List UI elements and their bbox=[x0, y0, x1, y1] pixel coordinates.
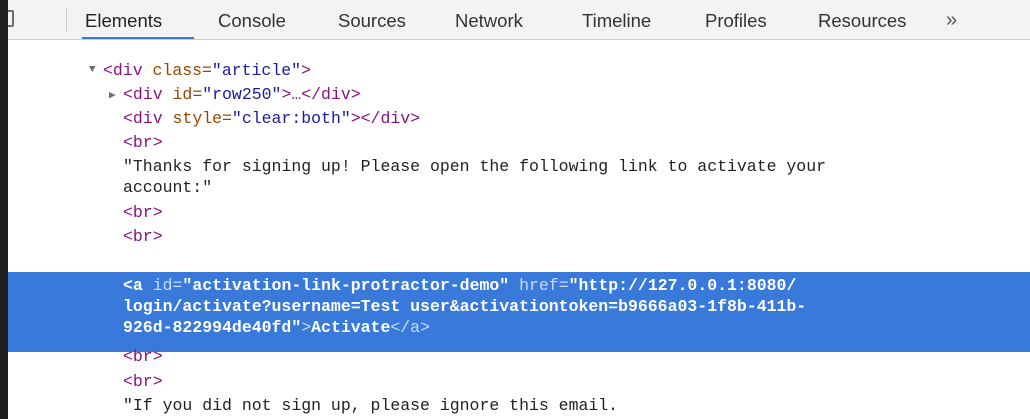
tab-elements[interactable]: Elements bbox=[85, 10, 162, 32]
more-tabs-icon[interactable]: » bbox=[946, 9, 957, 32]
dom-node-clear[interactable]: <div style="clear:both"></div> bbox=[123, 108, 420, 129]
tab-resources[interactable]: Resources bbox=[818, 10, 906, 32]
attr-value: "clear:both" bbox=[231, 109, 351, 128]
selected-dom-node[interactable]: <a id="activation-link-protractor-demo" … bbox=[0, 272, 1030, 352]
anchor-line-1: <a id="activation-link-protractor-demo" … bbox=[123, 275, 796, 296]
tag-close: </a> bbox=[390, 318, 430, 337]
devtools-panel: Elements Console Sources Network Timelin… bbox=[0, 0, 1030, 419]
attr-value: "http://127.0.0.1:8080/ bbox=[568, 276, 797, 295]
anchor-line-3: 926d-822994de40fd">Activate</a> bbox=[123, 317, 430, 338]
dom-node-br[interactable]: <br> bbox=[123, 371, 163, 392]
tag-close: > bbox=[301, 61, 311, 80]
window-frame-left bbox=[0, 0, 8, 419]
tag-close: >…</div> bbox=[281, 85, 361, 104]
dom-node-br[interactable]: <br> bbox=[123, 132, 163, 153]
dom-text-thanks-line2[interactable]: account:" bbox=[123, 177, 212, 198]
attr-name: id= bbox=[142, 276, 183, 295]
attr-name: class= bbox=[142, 61, 212, 80]
expanded-arrow-icon[interactable]: ▼ bbox=[89, 64, 96, 76]
attr-value: "article" bbox=[211, 61, 302, 80]
attr-name: style= bbox=[162, 109, 232, 128]
anchor-text: Activate bbox=[311, 318, 391, 337]
tag-close: ></div> bbox=[350, 109, 421, 128]
tab-console[interactable]: Console bbox=[218, 10, 286, 32]
dom-node-article[interactable]: <div class="article"> bbox=[103, 60, 311, 81]
attr-name: href= bbox=[509, 276, 569, 295]
collapsed-arrow-icon[interactable]: ▶ bbox=[109, 88, 116, 102]
attr-value: 926d-822994de40fd" bbox=[123, 318, 302, 337]
dom-text-thanks-line1[interactable]: "Thanks for signing up! Please open the … bbox=[123, 156, 826, 177]
dom-node-br[interactable]: <br> bbox=[123, 226, 163, 247]
tag-close: > bbox=[301, 318, 312, 337]
dom-node-br[interactable]: <br> bbox=[123, 202, 163, 223]
attr-value: "row250" bbox=[202, 85, 282, 104]
attr-name: id= bbox=[162, 85, 203, 104]
attr-value: "activation-link-protractor-demo" bbox=[182, 276, 510, 295]
dom-tree: ▼ <div class="article"> ▶ <div id="row25… bbox=[0, 40, 1030, 419]
toolbar-separator bbox=[66, 8, 67, 32]
tag-open: <div bbox=[103, 61, 143, 80]
dom-node-br[interactable]: <br> bbox=[123, 346, 163, 367]
tag-open: <div bbox=[123, 85, 163, 104]
dom-node-row250[interactable]: <div id="row250">…</div> bbox=[123, 84, 361, 105]
dom-text-ignore[interactable]: "If you did not sign up, please ignore t… bbox=[123, 395, 618, 416]
tab-timeline[interactable]: Timeline bbox=[582, 10, 651, 32]
tag-open: <a bbox=[123, 276, 143, 295]
tab-network[interactable]: Network bbox=[455, 10, 523, 32]
tab-profiles[interactable]: Profiles bbox=[705, 10, 767, 32]
tag-open: <div bbox=[123, 109, 163, 128]
tab-sources[interactable]: Sources bbox=[338, 10, 406, 32]
devtools-toolbar: Elements Console Sources Network Timelin… bbox=[0, 0, 1030, 40]
active-tab-indicator bbox=[82, 37, 194, 39]
anchor-line-2: login/activate?username=Test user&activa… bbox=[123, 297, 807, 316]
